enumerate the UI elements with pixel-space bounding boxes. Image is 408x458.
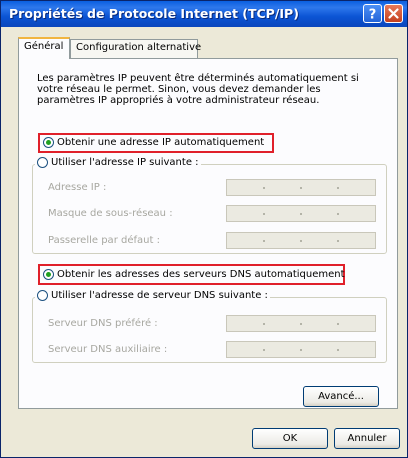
radio-button-unselected[interactable] xyxy=(37,157,48,168)
radio-dns-auto[interactable]: Obtenir les adresses des serveurs DNS au… xyxy=(43,269,345,281)
tab-alternate-configuration[interactable]: Configuration alternative xyxy=(70,39,201,58)
question-mark-icon: ? xyxy=(369,8,377,23)
alternate-dns-label: Serveur DNS auxiliaire : xyxy=(48,344,168,355)
description-text: Les paramètres IP peuvent être déterminé… xyxy=(37,73,359,106)
tab-panel-general: Les paramètres IP peuvent être déterminé… xyxy=(18,58,398,409)
radio-dns-manual[interactable]: Utiliser l'adresse de serveur DNS suivan… xyxy=(35,290,270,302)
ip-address-field[interactable] xyxy=(226,179,376,196)
close-icon xyxy=(388,8,399,19)
tab-general[interactable]: Général xyxy=(18,37,70,59)
radio-dns-manual-label: Utiliser l'adresse de serveur DNS suivan… xyxy=(51,290,268,301)
help-button[interactable]: ? xyxy=(363,4,382,23)
preferred-dns-label: Serveur DNS préféré : xyxy=(48,318,158,329)
svg-text:?: ? xyxy=(369,8,377,23)
radio-dns-auto-label: Obtenir les adresses des serveurs DNS au… xyxy=(57,269,345,280)
preferred-dns-field[interactable] xyxy=(226,315,376,332)
dialog-window: Propriétés de Protocole Internet (TCP/IP… xyxy=(0,0,408,458)
close-button[interactable] xyxy=(384,4,403,23)
radio-button-selected[interactable] xyxy=(43,269,54,280)
radio-ip-manual-label: Utiliser l'adresse IP suivante : xyxy=(51,157,199,168)
advanced-button[interactable]: Avancé... xyxy=(303,386,379,407)
title-bar[interactable]: Propriétés de Protocole Internet (TCP/IP… xyxy=(1,1,407,27)
ip-address-label: Adresse IP : xyxy=(48,182,107,193)
default-gateway-label: Passerelle par défaut : xyxy=(48,235,160,246)
subnet-mask-label: Masque de sous-réseau : xyxy=(48,208,173,219)
subnet-mask-field[interactable] xyxy=(226,205,376,222)
alternate-dns-field[interactable] xyxy=(226,341,376,358)
radio-button-selected[interactable] xyxy=(43,137,54,148)
radio-button-unselected[interactable] xyxy=(37,290,48,301)
cancel-button[interactable]: Annuler xyxy=(334,428,400,449)
ok-button[interactable]: OK xyxy=(252,428,328,449)
window-title: Propriétés de Protocole Internet (TCP/IP… xyxy=(9,6,299,21)
radio-ip-auto-label: Obtenir une adresse IP automatiquement xyxy=(57,137,265,148)
radio-ip-auto[interactable]: Obtenir une adresse IP automatiquement xyxy=(43,137,264,149)
radio-ip-manual[interactable]: Utiliser l'adresse IP suivante : xyxy=(35,157,201,169)
default-gateway-field[interactable] xyxy=(226,232,376,249)
